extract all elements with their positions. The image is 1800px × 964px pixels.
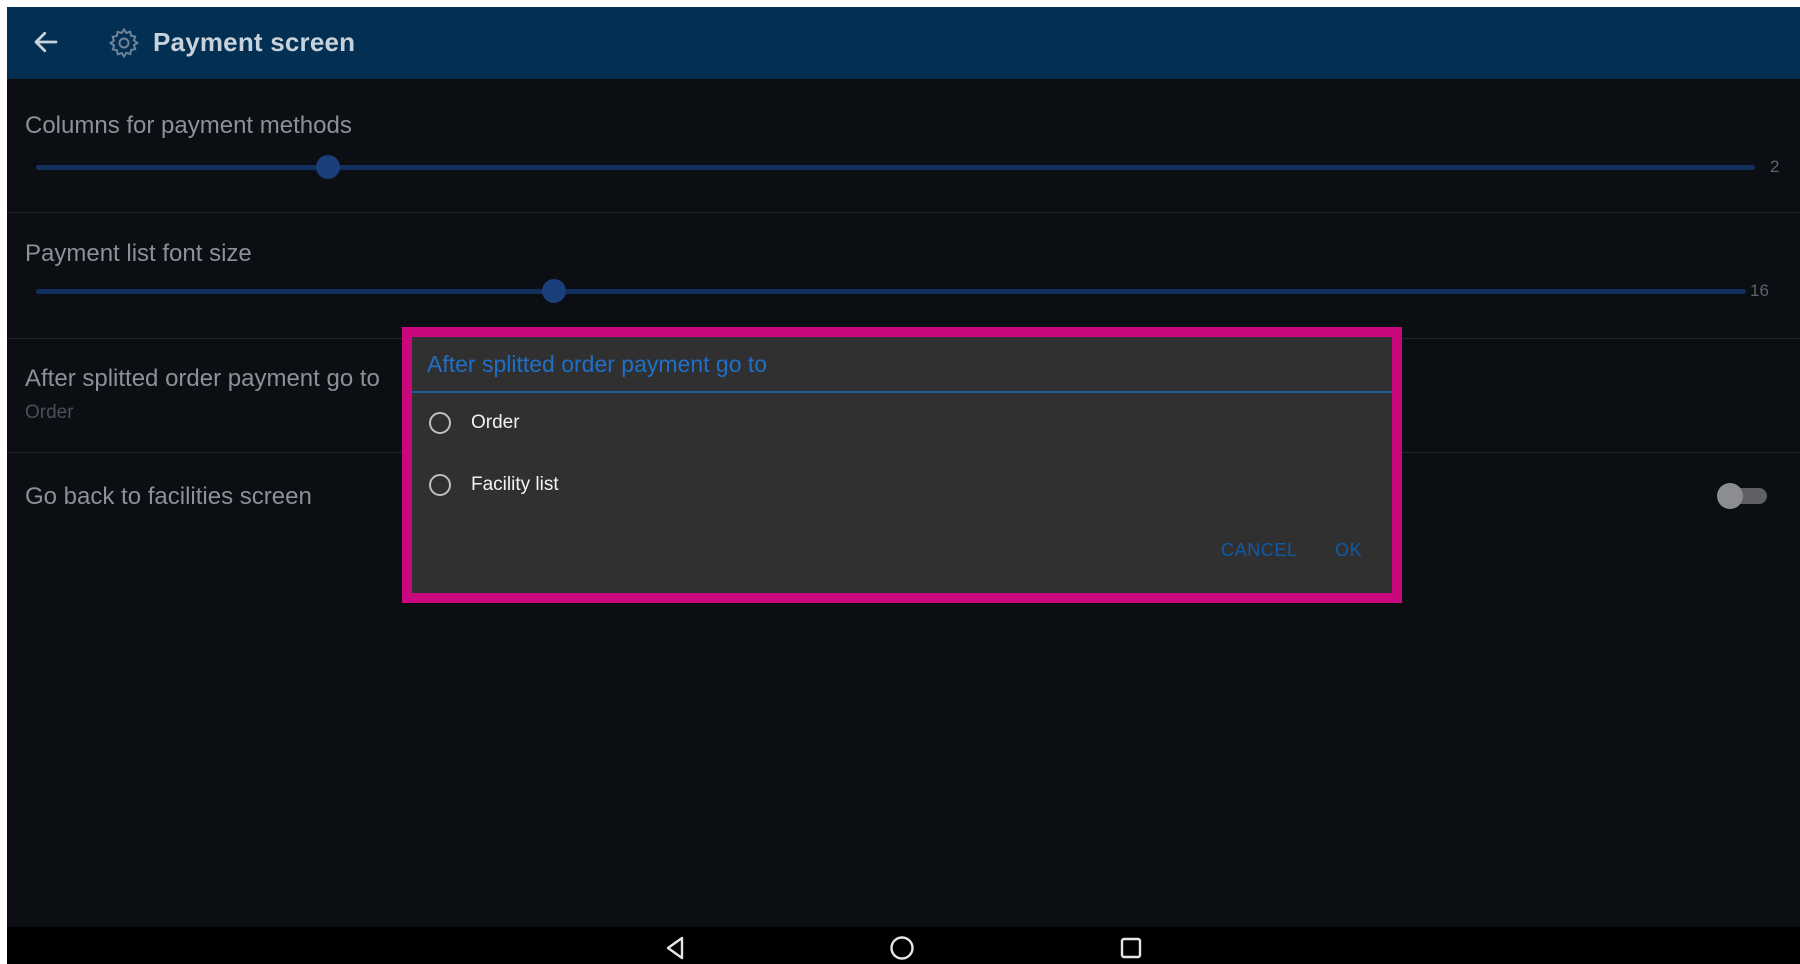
radio-button-unchecked-icon[interactable]: [429, 474, 451, 496]
dialog-title: After splitted order payment go to: [427, 351, 768, 377]
gear-icon: [108, 27, 140, 59]
font-size-slider[interactable]: [36, 279, 1746, 303]
option-order[interactable]: Order: [429, 408, 520, 438]
slider-track: [36, 289, 1746, 294]
setting-columns-for-payment-methods[interactable]: Columns for payment methods 2: [7, 79, 1800, 212]
setting-summary: Order: [25, 402, 74, 423]
back-triangle-icon[interactable]: [662, 934, 690, 962]
system-navigation-bar: [7, 927, 1800, 964]
setting-label: Payment list font size: [25, 240, 252, 267]
columns-slider[interactable]: [36, 155, 1755, 179]
facilities-toggle-switch[interactable]: [1717, 482, 1769, 509]
slider-value: 2: [1770, 157, 1780, 176]
dialog-title-divider: [412, 391, 1392, 393]
switch-thumb: [1717, 483, 1743, 509]
page-title: Payment screen: [153, 27, 356, 57]
setting-payment-list-font-size[interactable]: Payment list font size 16: [7, 213, 1800, 338]
slider-value: 16: [1750, 281, 1769, 300]
cancel-button[interactable]: CANCEL: [1221, 540, 1298, 561]
app-bar: Payment screen: [7, 7, 1800, 79]
list-preference-dialog: After splitted order payment go to Order…: [412, 337, 1392, 593]
option-label: Facility list: [471, 474, 559, 495]
setting-label: Go back to facilities screen: [25, 483, 312, 510]
setting-label: Columns for payment methods: [25, 112, 352, 139]
slider-thumb[interactable]: [316, 155, 341, 179]
ok-button[interactable]: OK: [1335, 540, 1362, 561]
setting-label: After splitted order payment go to: [25, 365, 380, 392]
recents-square-icon[interactable]: [1117, 934, 1145, 962]
slider-track: [36, 165, 1755, 170]
option-facility-list[interactable]: Facility list: [429, 470, 559, 500]
option-label: Order: [471, 412, 520, 433]
arrow-left-icon[interactable]: [31, 27, 61, 57]
radio-button-unchecked-icon[interactable]: [429, 412, 451, 434]
home-circle-icon[interactable]: [888, 934, 916, 962]
slider-thumb[interactable]: [542, 279, 567, 303]
